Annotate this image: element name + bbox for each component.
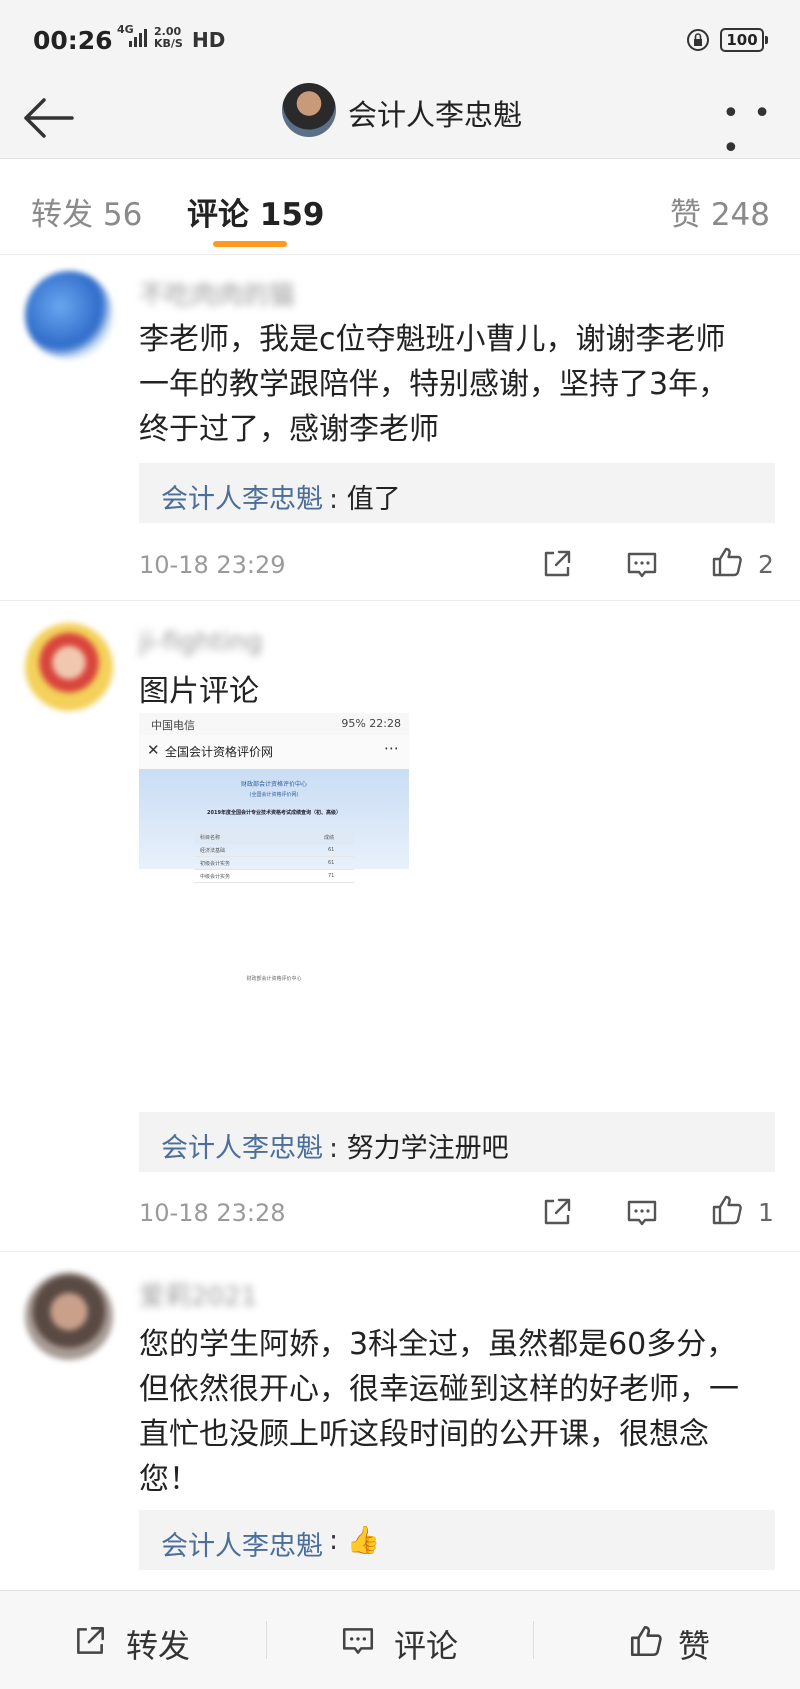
table-header: 科目名称 成绩 [194,831,354,844]
author-reply[interactable]: 会计人李忠魁 : 努力学注册吧 [139,1112,775,1172]
table-row: 中级会计实务 71 [194,870,354,883]
comment-text: 李老师，我是c位夺魁班小曹儿，谢谢李老师一年的教学跟陪伴，特别感谢，坚持了3年，… [139,322,729,447]
screenshot-carrier: 中国电信 [151,719,195,732]
comment-username[interactable]: 不吃肉肉的猫 [139,275,295,312]
comment-item: 不吃肉肉的猫 李老师，我是c位夺魁班小曹儿，谢谢李老师一年的教学跟陪伴，特别感谢… [0,255,800,600]
comment-button[interactable]: 评论 [340,1621,470,1665]
like-icon [630,1625,662,1657]
like-label: 赞 [678,1627,711,1665]
comment-item: 爱莉2021 您的学生阿娇，3科全过，虽然都是60多分，但依然很开心，很幸运碰到… [0,1252,800,1590]
like-icon[interactable] [710,1193,744,1227]
back-arrow-icon[interactable] [20,92,76,144]
comment-text: 您的学生阿娇，3科全过，虽然都是60多分，但依然很开心，很幸运碰到这样的好老师，… [139,1327,739,1497]
like-button[interactable]: 赞 [628,1621,728,1665]
top-nav: 会计人李忠魁 • • • [0,80,800,166]
table-cell: 初级会计实务 [200,861,231,867]
comment-username[interactable]: 爱莉2021 [139,1276,257,1313]
repost-button[interactable]: 转发 [72,1621,202,1665]
banner-line: 财政部会计资格评价中心 [240,781,307,788]
reply-author[interactable]: 会计人李忠魁 [161,1524,323,1563]
reply-author[interactable]: 会计人李忠魁 [161,1126,323,1165]
screenshot-status-bar: 中国电信 95% 22:28 [139,713,409,735]
table-cell: 61 [328,860,335,866]
like-count: 2 [758,550,774,579]
header-cell: 科目名称 [200,835,221,841]
reply-content: 努力学注册吧 [346,1133,509,1164]
author-name[interactable]: 会计人李忠魁 [348,92,522,134]
header-cell: 成绩 [324,835,335,841]
like-icon[interactable] [710,545,744,579]
separator [533,1621,534,1659]
table-cell: 61 [328,847,335,853]
more-icon: ⋯ [384,739,399,757]
screenshot-header: ✕ 全国会计资格评价网 ⋯ [139,735,409,770]
author-reply[interactable]: 会计人李忠魁 : 值了 [139,463,775,523]
speed-unit: KB/S [154,37,183,50]
banner-line: (全国会计资格评价网) [249,792,299,798]
avatar[interactable] [25,623,113,711]
signal-icon [129,29,147,47]
author-reply[interactable]: 会计人李忠魁 : 👍 [139,1510,775,1570]
thumbs-up-emoji: 👍 [346,1525,381,1556]
bottom-action-bar: 转发 评论 赞 [0,1590,800,1689]
active-tab-indicator [213,241,287,247]
battery-indicator: 100 [720,28,768,52]
status-bar: 00:26 4G 2.00 KB/S HD 100 [0,0,800,80]
repost-label: 转发 [126,1627,191,1665]
table-row: 经济法基础 61 [194,844,354,857]
share-icon [77,1627,104,1654]
comment-item: ji-fighting 图片评论 中国电信 95% 22:28 ✕ 全国会计资格… [0,601,800,1251]
reply-text: : 努力学注册吧 [329,1133,509,1164]
tab-repost[interactable]: 转发 56 [31,189,142,234]
separator [266,1621,267,1659]
status-time: 00:26 [33,26,113,55]
comment-text: 图片评论 [139,674,259,709]
reply-text: : 值了 [329,484,401,515]
hd-label: HD [192,28,226,52]
screenshot-battery-time: 95% 22:28 [341,717,401,730]
tab-comments[interactable]: 评论 159 [187,189,325,234]
reply-icon[interactable] [625,548,659,582]
table-cell: 71 [328,873,335,879]
reply-author[interactable]: 会计人李忠魁 [161,477,323,516]
comment-label: 评论 [394,1627,459,1665]
score-table: 科目名称 成绩 经济法基础 61 初级会计实务 61 中级会计实务 71 [194,831,354,891]
reply-content: 值了 [346,484,401,515]
screenshot-title: 全国会计资格评价网 [165,745,274,759]
banner-line: 2019年度全国会计专业技术资格考试成绩查询（初、高级） [207,810,341,816]
like-count: 1 [758,1198,774,1227]
avatar[interactable] [25,1272,113,1360]
close-icon: ✕ [147,741,160,759]
more-icon[interactable]: • • • [722,96,800,166]
comment-icon [342,1628,374,1654]
share-icon[interactable] [540,1195,574,1229]
network-speed: 2.00 KB/S [154,26,183,50]
reply-icon[interactable] [625,1196,659,1230]
reply-text: : 👍 [329,1525,381,1556]
share-icon[interactable] [540,547,574,581]
screenshot-footer: 财政部会计资格评价中心 [246,976,302,982]
comment-time: 10-18 23:28 [139,1199,286,1227]
tab-bar: 转发 56 评论 159 赞 248 [0,159,800,255]
table-cell: 中级会计实务 [200,874,231,880]
comment-image[interactable]: 中国电信 95% 22:28 ✕ 全国会计资格评价网 ⋯ 财政部会计资格评价中心… [139,713,409,1143]
rotation-lock-icon [687,29,709,51]
comment-time: 10-18 23:29 [139,551,286,579]
avatar[interactable] [25,271,113,359]
comment-username[interactable]: ji-fighting [139,627,263,657]
table-row: 初级会计实务 61 [194,857,354,870]
tab-likes[interactable]: 赞 248 [670,189,770,234]
author-avatar[interactable] [282,83,336,137]
table-cell: 经济法基础 [200,848,226,854]
